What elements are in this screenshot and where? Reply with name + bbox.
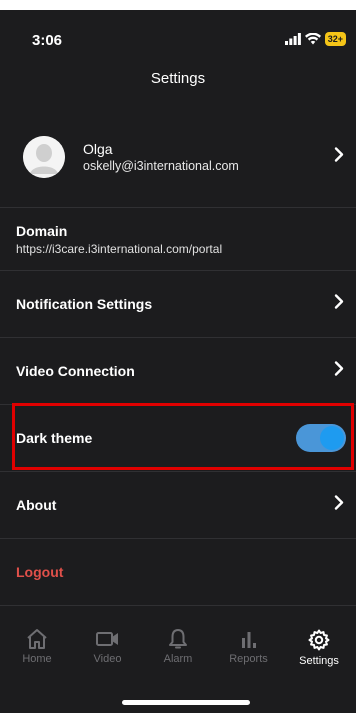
tab-settings[interactable]: Settings [286,620,352,682]
video-connection-label: Video Connection [16,363,135,379]
about-label: About [16,497,57,513]
chevron-right-icon [334,495,344,516]
video-icon [95,632,118,646]
notification-settings-label: Notification Settings [16,296,153,312]
list-divider [0,605,356,606]
status-icons: 32+ [284,32,346,46]
tab-home-label: Home [22,653,52,665]
tab-settings-label: Settings [299,655,339,667]
notification-settings-row[interactable]: Notification Settings [0,270,356,337]
avatar [23,135,65,178]
chevron-right-icon [334,361,344,382]
bell-icon [169,629,187,649]
tab-home[interactable]: Home [4,620,70,682]
gear-icon [308,629,330,651]
dark-theme-toggle[interactable] [296,424,346,452]
chevron-right-icon [334,146,344,167]
profile-email: oskelly@i3international.com [83,158,239,173]
logout-row[interactable]: Logout [0,538,356,605]
dark-theme-row: Dark theme [0,404,356,471]
toggle-knob [320,426,344,450]
tab-reports[interactable]: Reports [216,620,282,682]
wifi-icon [304,33,321,45]
phone-screen: 3:06 32+ Settings Olga oskelly@i3interna… [0,10,356,713]
dark-theme-label: Dark theme [16,430,93,446]
logout-label: Logout [16,564,64,580]
user-placeholder-icon [23,135,65,178]
tab-bar: Home Video Alarm Reports Settings [0,620,356,682]
status-time: 3:06 [32,32,63,49]
domain-label: Domain [16,222,68,239]
profile-name: Olga [83,140,113,157]
tab-video-label: Video [93,653,122,665]
about-row[interactable]: About [0,471,356,538]
bar-chart-icon [241,632,256,648]
signal-icon [284,33,301,45]
settings-list: Olga oskelly@i3international.com Domain … [0,106,356,606]
domain-row: Domain https://i3care.i3international.co… [0,207,356,270]
page-title: Settings [150,70,206,87]
battery-indicator: 32+ [324,32,346,46]
tab-video[interactable]: Video [75,620,141,682]
status-bar: 3:06 32+ [0,10,356,60]
domain-url: https://i3care.i3international.com/porta… [16,241,223,256]
tab-alarm[interactable]: Alarm [145,620,211,682]
profile-info: Olga oskelly@i3international.com [83,141,239,173]
profile-row[interactable]: Olga oskelly@i3international.com [0,106,356,207]
video-connection-row[interactable]: Video Connection [0,337,356,404]
home-icon [27,629,47,649]
home-indicator [122,700,250,705]
chevron-right-icon [334,294,344,315]
tab-reports-label: Reports [229,653,268,665]
tab-alarm-label: Alarm [163,653,193,665]
